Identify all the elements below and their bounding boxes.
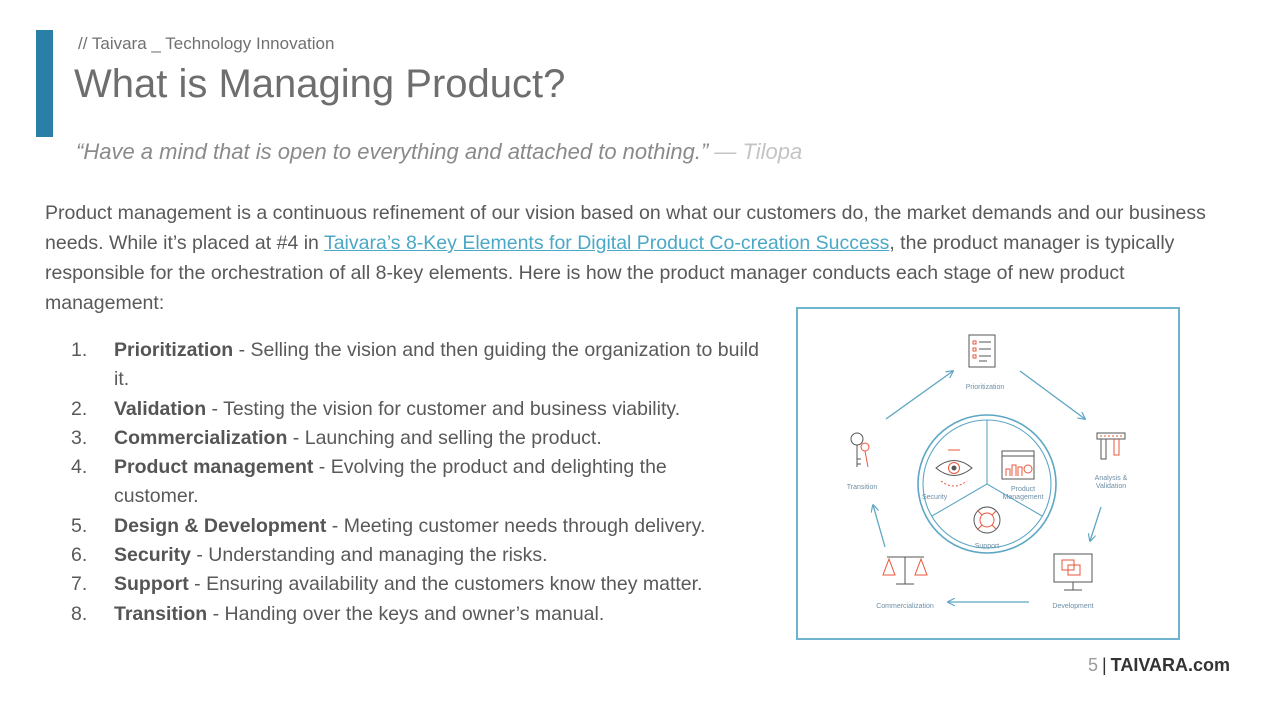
eyebrow-text: // Taivara _ Technology Innovation [78, 34, 335, 53]
page-number: 5 [1087, 655, 1098, 675]
arrow-transition-to-prioritization [885, 371, 953, 420]
label-analysis-2: Validation [1096, 483, 1126, 490]
list-item: 7. Support - Ensuring availability and th… [45, 570, 765, 599]
list-number: 3. [71, 426, 88, 449]
footer: 5 | TAIVARA.com [1088, 655, 1230, 676]
label-analysis-1: Analysis & [1095, 475, 1128, 482]
dashboard-icon [1001, 450, 1035, 480]
list-item: 2. Validation - Testing the vision for cu… [45, 395, 765, 424]
label-product-management-1: Product [1011, 486, 1035, 493]
stage-desc: - Testing the vision for customer and bu… [206, 397, 681, 420]
stage-desc: - Launching and selling the product. [287, 426, 602, 449]
label-commercialization: Commercialization [876, 603, 934, 610]
stage-title: Support [114, 573, 189, 596]
monitor-icon [1053, 553, 1093, 591]
key-elements-link[interactable]: Taivara’s 8-Key Elements for Digital Pro… [324, 232, 889, 254]
stage-desc: - Handing over the keys and owner’s manu… [207, 602, 605, 625]
document-list-icon [968, 334, 996, 368]
list-number: 6. [71, 544, 88, 567]
label-transition: Transition [847, 484, 878, 491]
list-item: 3. Commercialization - Launching and sell… [45, 424, 765, 453]
scale-icon [882, 556, 928, 585]
arrow-prioritization-to-analysis [1019, 370, 1085, 419]
stage-title: Security [114, 544, 191, 567]
list-item: 5. Design & Development - Meeting custome… [45, 512, 765, 541]
footer-separator: | [1101, 655, 1107, 675]
lifebuoy-icon [973, 506, 1001, 534]
label-product-management-2: Management [1003, 494, 1044, 501]
stage-desc: - Understanding and managing the risks. [190, 544, 548, 567]
stage-title: Validation [114, 397, 207, 420]
list-number: 4. [71, 456, 88, 479]
stages-list: 1. Prioritization - Selling the vision an… [45, 336, 765, 629]
quote-text: “Have a mind that is open to everything … [76, 139, 709, 164]
stage-title: Design & Development [114, 514, 327, 537]
label-support: Support [975, 543, 1000, 550]
quote-author: — Tilopa [714, 139, 803, 164]
label-development: Development [1052, 603, 1093, 610]
label-prioritization: Prioritization [966, 384, 1005, 391]
stage-title: Prioritization [114, 339, 234, 361]
intro-paragraph: Product management is a continuous refin… [45, 198, 1240, 318]
list-item: 8. Transition - Handing over the keys and… [45, 600, 765, 629]
quote: “Have a mind that is open to everything … [76, 139, 802, 165]
arrow-analysis-to-development [1090, 506, 1102, 541]
list-item: 4. Product management - Evolving the prod… [45, 453, 765, 512]
caliper-icon [1096, 432, 1126, 460]
stage-title: Commercialization [114, 426, 288, 449]
accent-bar [36, 30, 53, 137]
label-security: Security [922, 494, 948, 501]
list-item: 6. Security - Understanding and managing … [45, 541, 765, 570]
list-item: 1. Prioritization - Selling the vision an… [45, 336, 765, 395]
list-number: 1. [71, 339, 88, 361]
page-title: What is Managing Product? [74, 62, 566, 106]
list-number: 5. [71, 514, 88, 537]
lifecycle-diagram-svg: Security Product Management Support Prio… [847, 334, 1128, 610]
list-number: 8. [71, 602, 88, 625]
list-number: 7. [71, 573, 88, 596]
arrow-commercialization-to-transition [873, 505, 886, 548]
stage-desc: - Ensuring availability and the customer… [188, 573, 703, 596]
brand-url: TAIVARA.com [1110, 655, 1230, 675]
keys-icon [850, 432, 870, 468]
lifecycle-diagram: Security Product Management Support Prio… [796, 307, 1180, 640]
list-number: 2. [71, 397, 88, 420]
stage-title: Product management [114, 456, 314, 479]
stage-title: Transition [114, 602, 208, 625]
stage-desc: - Meeting customer needs through deliver… [326, 514, 706, 537]
eye-icon [935, 449, 973, 487]
core-circle [917, 414, 1057, 554]
